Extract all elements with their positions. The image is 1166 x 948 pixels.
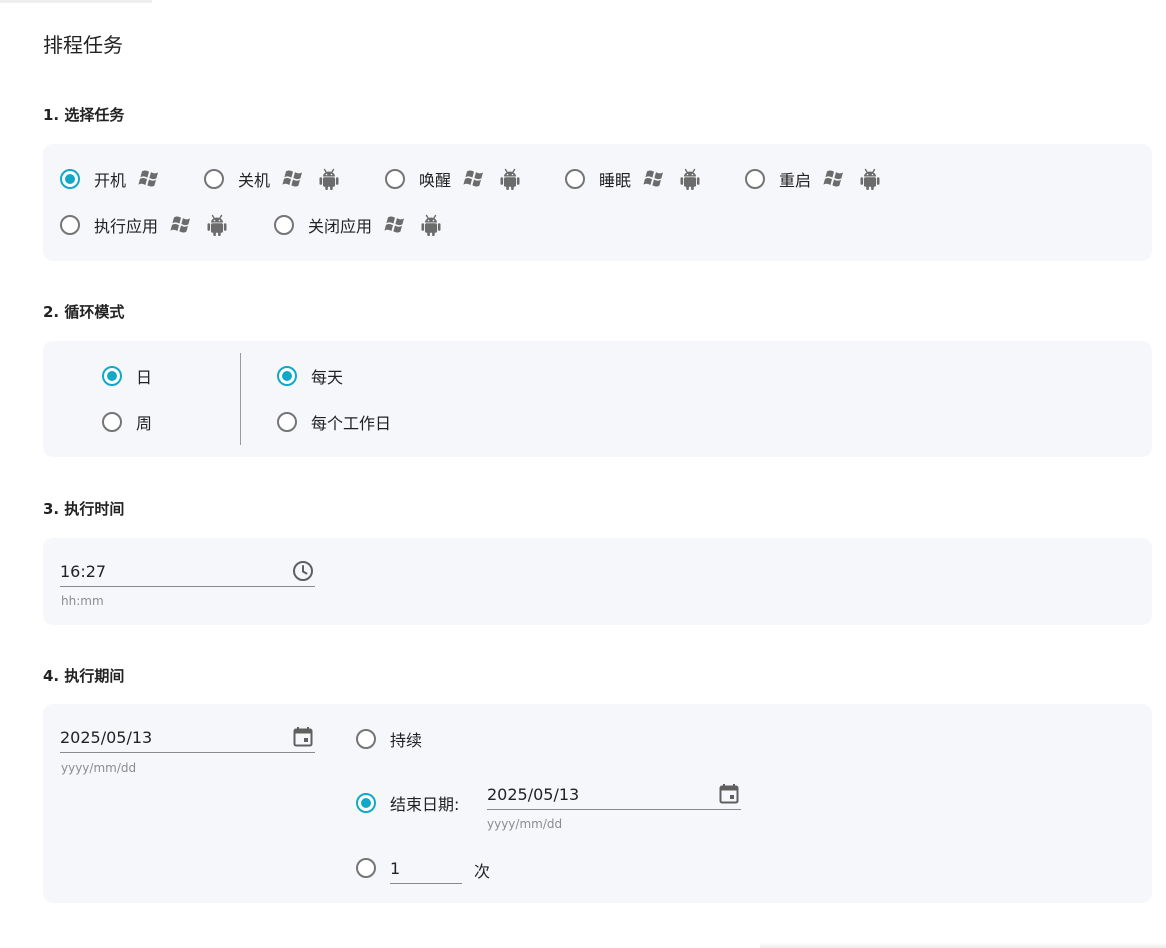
task-option-label: 关机 [238,171,271,190]
section-title-period: 4. 执行期间 [43,667,125,685]
radio-indicator [385,169,405,189]
period-end-date-radio[interactable]: 结束日期: [356,791,459,815]
android-icon [499,167,521,191]
count-field [390,854,462,884]
task-option-1[interactable]: 关机 [204,167,340,191]
task-option-label: 唤醒 [419,171,452,190]
loop-mode-week-radio[interactable]: 周 [102,410,152,434]
windows-icon [384,214,408,236]
android-icon [859,167,881,191]
end-date-input[interactable] [487,780,741,808]
windows-icon [823,168,847,190]
task-option-4[interactable]: 重启 [745,167,881,191]
time-input[interactable] [60,557,315,585]
task-option-0[interactable]: 开机 [60,167,162,191]
task-panel: 开机 关机 唤醒 睡眠 重启执行应用 关闭应用 [43,144,1152,261]
start-date-hint: yyyy/mm/dd [61,761,137,775]
radio-indicator [102,366,122,386]
time-field [60,557,315,587]
loop-workday-label: 每个工作日 [311,414,392,433]
windows-icon [463,168,487,190]
bottom-shadow [760,942,1166,948]
loop-mode-week-label: 周 [136,414,153,433]
loop-everyday-radio[interactable]: 每天 [277,364,343,388]
android-icon [420,213,442,237]
loop-everyday-label: 每天 [311,368,344,387]
count-suffix: 次 [474,862,491,881]
task-option-label: 关闭应用 [308,217,373,236]
radio-indicator [356,729,376,749]
radio-indicator [204,169,224,189]
page-title: 排程任务 [43,33,123,57]
windows-icon [170,214,194,236]
task-option-label: 执行应用 [94,217,159,236]
section-title-loop: 2. 循环模式 [43,303,125,321]
task-option-2[interactable]: 唤醒 [385,167,521,191]
task-option-5[interactable]: 执行应用 [60,213,228,237]
period-panel: yyyy/mm/dd 持续 结束日期: yyyy/mm/dd 次 [43,704,1152,903]
count-input[interactable] [390,854,462,882]
radio-indicator [274,215,294,235]
period-continuous-radio[interactable]: 持续 [356,727,422,751]
start-date-field [60,723,315,753]
task-option-label: 开机 [94,171,127,190]
calendar-icon[interactable] [717,782,741,806]
clock-icon[interactable] [291,559,315,583]
radio-indicator [60,215,80,235]
windows-icon [643,168,667,190]
radio-indicator [356,858,376,878]
radio-indicator [565,169,585,189]
time-hint: hh:mm [61,594,104,608]
vertical-divider [240,353,241,445]
android-icon [206,213,228,237]
time-panel: hh:mm [43,538,1152,625]
android-icon [679,167,701,191]
start-date-input[interactable] [60,723,315,751]
radio-indicator [277,366,297,386]
period-count-radio[interactable] [356,856,376,880]
calendar-icon[interactable] [291,725,315,749]
end-date-hint: yyyy/mm/dd [487,817,563,831]
end-date-field [487,780,741,810]
windows-icon [138,168,162,190]
period-continuous-label: 持续 [390,731,423,750]
task-option-3[interactable]: 睡眠 [565,167,701,191]
period-end-date-label: 结束日期: [390,795,460,814]
task-option-6[interactable]: 关闭应用 [274,213,442,237]
radio-indicator [102,412,122,432]
loop-mode-day-radio[interactable]: 日 [102,364,152,388]
loop-mode-day-label: 日 [136,368,153,387]
radio-indicator [277,412,297,432]
loop-workday-radio[interactable]: 每个工作日 [277,410,391,434]
windows-icon [282,168,306,190]
radio-indicator [60,169,80,189]
task-option-label: 睡眠 [599,171,632,190]
radio-indicator [745,169,765,189]
top-tab-indicator [0,0,152,3]
loop-panel: 日 周 每天 每个工作日 [43,341,1152,457]
task-option-label: 重启 [779,171,812,190]
radio-indicator [356,793,376,813]
section-title-time: 3. 执行时间 [43,500,125,518]
android-icon [318,167,340,191]
section-title-task: 1. 选择任务 [43,106,125,124]
